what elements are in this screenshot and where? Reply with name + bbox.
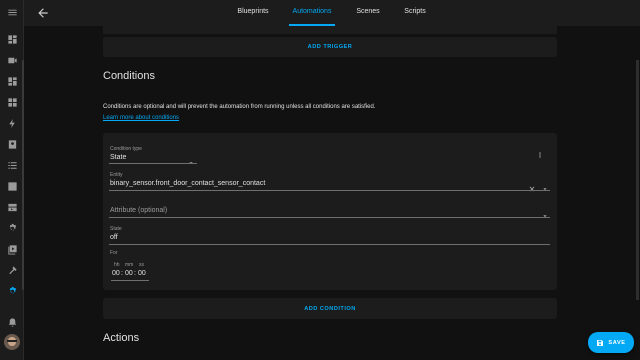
hours-input[interactable]: 00 — [112, 270, 120, 277]
condition-type-label: Condition type — [110, 146, 142, 152]
seconds-input[interactable]: 00 — [138, 270, 146, 277]
attribute-underline — [109, 217, 550, 218]
duration-underline — [111, 280, 149, 281]
seconds-unit-label: ss — [139, 262, 144, 268]
developer-tools-icon[interactable] — [6, 264, 18, 276]
person-card-icon[interactable] — [6, 138, 18, 150]
tab-blueprints[interactable]: Blueprints — [230, 0, 276, 26]
trigger-card-bottom — [103, 26, 557, 34]
menu-icon[interactable] — [6, 6, 18, 18]
overflow-menu-icon[interactable] — [536, 146, 544, 158]
add-trigger-card: ADD TRIGGER — [103, 37, 557, 57]
entity-input[interactable]: binary_sensor.front_door_contact_sensor_… — [110, 180, 265, 187]
tab-scripts[interactable]: Scripts — [396, 0, 434, 26]
entity-label: Entity — [110, 172, 123, 178]
time-separator: : — [134, 270, 136, 277]
media-library-icon[interactable] — [6, 243, 18, 255]
tab-automations[interactable]: Automations — [289, 0, 335, 26]
logbook-icon[interactable] — [6, 159, 18, 171]
tab-scenes[interactable]: Scenes — [348, 0, 388, 26]
main-scrollbar[interactable] — [636, 60, 639, 300]
add-trigger-button[interactable]: ADD TRIGGER — [308, 44, 353, 50]
chevron-down-icon[interactable] — [187, 154, 195, 164]
state-underline — [109, 244, 550, 245]
floppy-disk-icon — [597, 339, 604, 346]
state-label: State — [110, 226, 122, 232]
history-icon[interactable] — [6, 180, 18, 192]
save-label: SAVE — [608, 339, 626, 346]
hours-unit-label: hh — [114, 262, 120, 268]
minutes-unit-label: mm — [125, 262, 134, 268]
attribute-dropdown-icon[interactable] — [541, 207, 549, 217]
actions-heading: Actions — [103, 332, 140, 344]
condition-type-underline — [109, 163, 197, 164]
attribute-select[interactable]: Attribute (optional) — [110, 207, 167, 214]
save-button[interactable]: SAVE — [588, 332, 634, 353]
overview-icon[interactable] — [6, 33, 18, 45]
condition-card: Condition type State Entity binary_senso… — [103, 133, 557, 290]
sidebar-scrollbar[interactable] — [22, 60, 24, 290]
add-condition-card: ADD CONDITION — [103, 298, 557, 319]
back-arrow-icon[interactable] — [36, 6, 50, 20]
energy-icon[interactable] — [6, 117, 18, 129]
dashboard-2-icon[interactable] — [6, 96, 18, 108]
notifications-icon[interactable] — [6, 316, 18, 328]
learn-more-conditions-link[interactable]: Learn more about conditions — [103, 115, 179, 121]
for-label: For — [110, 250, 118, 256]
settings-cog-icon[interactable] — [6, 222, 18, 234]
add-condition-button[interactable]: ADD CONDITION — [304, 306, 356, 312]
conditions-description: Conditions are optional and will prevent… — [103, 104, 376, 110]
condition-type-select[interactable]: State — [110, 154, 126, 161]
configuration-icon[interactable] — [6, 285, 18, 297]
time-separator: : — [121, 270, 123, 277]
entity-dropdown-icon[interactable] — [541, 180, 549, 190]
state-input[interactable]: off — [110, 234, 118, 241]
avatar[interactable] — [4, 334, 20, 350]
entity-underline — [109, 190, 550, 191]
dashboard-icon[interactable] — [6, 75, 18, 87]
minutes-input[interactable]: 00 — [125, 270, 133, 277]
media-icon[interactable] — [6, 201, 18, 213]
conditions-heading: Conditions — [103, 70, 155, 82]
camera-icon[interactable] — [6, 54, 18, 66]
top-bar: Blueprints Automations Scenes Scripts — [24, 0, 640, 26]
clear-icon[interactable] — [528, 180, 536, 192]
sidebar — [0, 0, 24, 360]
